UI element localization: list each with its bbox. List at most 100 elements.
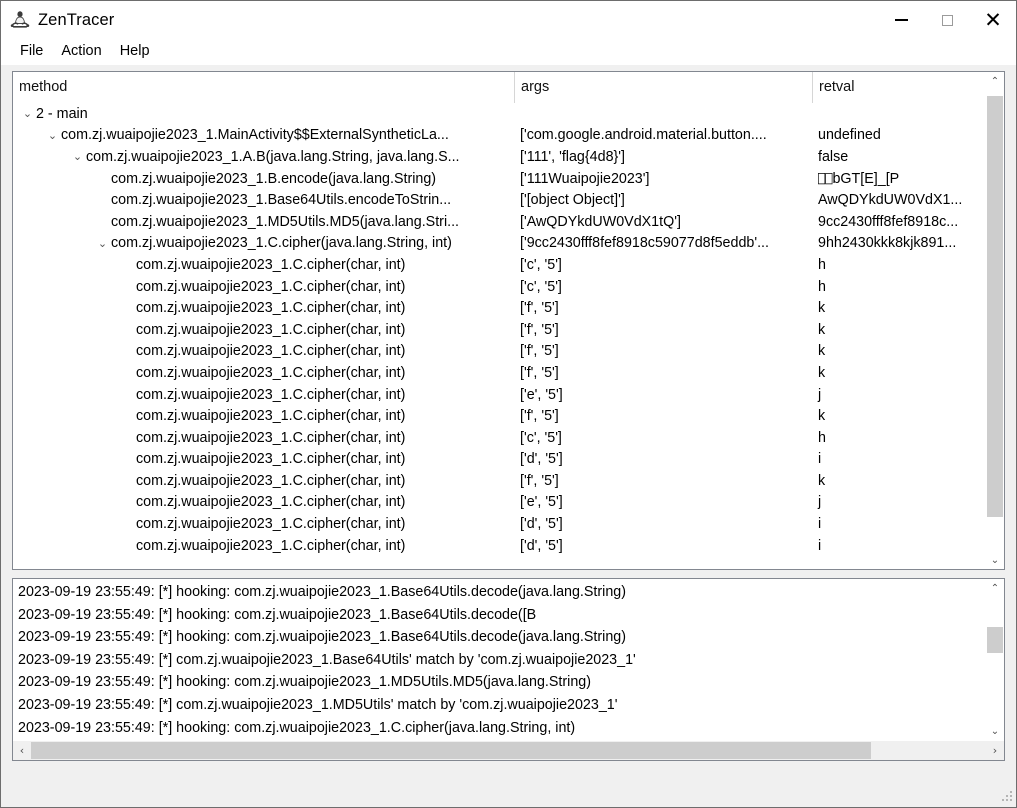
tree-row[interactable]: ⌄com.zj.wuaipojie2023_1.C.cipher(char, i… [13, 405, 985, 427]
tree-row[interactable]: ⌄com.zj.wuaipojie2023_1.C.cipher(char, i… [13, 449, 985, 471]
close-button[interactable]: ✕ [970, 1, 1016, 41]
minimize-button[interactable] [878, 1, 924, 39]
tree-method-label: com.zj.wuaipojie2023_1.MainActivity$$Ext… [61, 127, 449, 144]
tree-cell-retval: j [818, 386, 822, 403]
tree-cell-method: ⌄com.zj.wuaipojie2023_1.Base64Utils.enco… [13, 192, 514, 208]
tree-row[interactable]: ⌄com.zj.wuaipojie2023_1.C.cipher(char, i… [13, 341, 985, 363]
tree-cell-retval: i [818, 516, 822, 533]
menu-item-file[interactable]: File [11, 39, 52, 64]
tree-method-label: com.zj.wuaipojie2023_1.C.cipher(char, in… [136, 408, 406, 425]
log-scroll-up-icon[interactable]: ⌃ [986, 579, 1004, 597]
chevron-down-icon[interactable]: ⌄ [69, 151, 86, 162]
tree-cell-args: ['f', '5'] [520, 300, 559, 317]
chevron-down-icon[interactable]: ⌄ [19, 108, 36, 119]
menu-item-help[interactable]: Help [111, 39, 159, 64]
log-output[interactable]: 2023-09-19 23:55:49: [*] hooking: com.zj… [13, 579, 985, 740]
tree-cell-method: ⌄com.zj.wuaipojie2023_1.C.cipher(char, i… [13, 279, 514, 295]
tree-row[interactable]: ⌄com.zj.wuaipojie2023_1.C.cipher(char, i… [13, 384, 985, 406]
log-line: 2023-09-19 23:55:49: [*] com.zj.wuaipoji… [18, 651, 636, 668]
tree-row[interactable]: ⌄com.zj.wuaipojie2023_1.C.cipher(char, i… [13, 535, 985, 557]
tree-method-label: com.zj.wuaipojie2023_1.Base64Utils.encod… [111, 192, 452, 209]
tree-row[interactable]: ⌄com.zj.wuaipojie2023_1.B.encode(java.la… [13, 168, 985, 190]
tree-cell-args: ['f', '5'] [520, 364, 559, 381]
tree-method-label: com.zj.wuaipojie2023_1.C.cipher(char, in… [136, 537, 406, 554]
column-header-retval[interactable]: retval [812, 72, 985, 103]
tree-scroll-track[interactable] [986, 90, 1004, 551]
tree-cell-retval: 9cc2430fff8fef8918c... [818, 213, 959, 230]
tree-scroll-down-icon[interactable]: ⌄ [986, 551, 1004, 569]
tree-cell-args: ['111Wuaipojie2023'] [520, 170, 650, 187]
tree-row[interactable]: ⌄com.zj.wuaipojie2023_1.C.cipher(char, i… [13, 470, 985, 492]
tree-method-label: com.zj.wuaipojie2023_1.C.cipher(char, in… [136, 494, 406, 511]
tree-cell-retval: h [818, 278, 826, 295]
tree-cell-retval: k [818, 408, 826, 425]
log-line: 2023-09-19 23:55:49: [*] hooking: com.zj… [18, 674, 591, 691]
tree-row[interactable]: ⌄com.zj.wuaipojie2023_1.C.cipher(char, i… [13, 319, 985, 341]
tree-scroll-thumb[interactable] [987, 96, 1003, 517]
column-header-method[interactable]: method [13, 72, 514, 103]
tree-row[interactable]: ⌄ 2 - main [13, 103, 985, 125]
tree-cell-method: ⌄com.zj.wuaipojie2023_1.C.cipher(char, i… [13, 300, 514, 316]
log-panel: 2023-09-19 23:55:49: [*] hooking: com.zj… [12, 578, 1005, 761]
log-scroll-thumb[interactable] [987, 627, 1003, 653]
trace-tree-header: method args retval [13, 72, 985, 103]
log-scroll-track[interactable] [986, 597, 1004, 722]
zen-meditation-icon [9, 9, 31, 31]
tree-cell-args: ['f', '5'] [520, 343, 559, 360]
tree-row[interactable]: ⌄com.zj.wuaipojie2023_1.C.cipher(char, i… [13, 297, 985, 319]
tree-method-label: com.zj.wuaipojie2023_1.C.cipher(java.lan… [111, 235, 452, 252]
tree-method-label: com.zj.wuaipojie2023_1.C.cipher(char, in… [136, 516, 406, 533]
tree-cell-method: ⌄com.zj.wuaipojie2023_1.C.cipher(char, i… [13, 451, 514, 467]
tree-row[interactable]: ⌄com.zj.wuaipojie2023_1.Base64Utils.enco… [13, 189, 985, 211]
tree-cell-method: ⌄com.zj.wuaipojie2023_1.B.encode(java.la… [13, 171, 514, 187]
tree-method-label: com.zj.wuaipojie2023_1.C.cipher(char, in… [136, 451, 406, 468]
tree-cell-args: ['c', '5'] [520, 256, 562, 273]
log-hscroll-thumb[interactable] [31, 742, 872, 759]
tree-row[interactable]: ⌄ com.zj.wuaipojie2023_1.C.cipher(java.la… [13, 233, 985, 255]
tree-cell-retval: k [818, 300, 826, 317]
tree-cell-method: ⌄ 2 - main [13, 106, 514, 122]
tree-method-label: com.zj.wuaipojie2023_1.C.cipher(char, in… [136, 429, 406, 446]
menu-item-action[interactable]: Action [52, 39, 110, 64]
tree-method-label: com.zj.wuaipojie2023_1.MD5Utils.MD5(java… [111, 213, 460, 230]
tree-row[interactable]: ⌄ com.zj.wuaipojie2023_1.A.B(java.lang.St… [13, 146, 985, 168]
tree-row[interactable]: ⌄com.zj.wuaipojie2023_1.C.cipher(char, i… [13, 254, 985, 276]
tree-row[interactable]: ⌄com.zj.wuaipojie2023_1.MD5Utils.MD5(jav… [13, 211, 985, 233]
tree-cell-args: ['111', 'flag{4d8}'] [520, 148, 625, 165]
tree-cell-retval: AwQDYkdUW0VdX1... [818, 192, 963, 209]
window-controls: ✕ [878, 1, 1016, 39]
tree-cell-retval: h [818, 256, 826, 273]
chevron-down-icon[interactable]: ⌄ [44, 130, 61, 141]
tree-cell-retval: k [818, 364, 826, 381]
tree-cell-retval: k [818, 343, 826, 360]
tree-row[interactable]: ⌄ com.zj.wuaipojie2023_1.MainActivity$$Ex… [13, 125, 985, 147]
tree-row[interactable]: ⌄com.zj.wuaipojie2023_1.C.cipher(char, i… [13, 513, 985, 535]
tree-row[interactable]: ⌄com.zj.wuaipojie2023_1.C.cipher(char, i… [13, 427, 985, 449]
trace-tree-panel: method args retval ⌄ 2 - main ⌄ com.zj.wuai… [12, 71, 1005, 570]
log-hscroll-track[interactable] [31, 741, 986, 760]
log-scroll-right-icon[interactable]: › [986, 741, 1004, 760]
maximize-button[interactable] [924, 1, 970, 39]
tree-method-label: com.zj.wuaipojie2023_1.C.cipher(char, in… [136, 472, 406, 489]
tree-vertical-scrollbar[interactable]: ⌃ ⌄ [985, 72, 1004, 569]
unprintable-glyphs: ⎕⎕ [818, 171, 833, 186]
tree-row[interactable]: ⌄com.zj.wuaipojie2023_1.C.cipher(char, i… [13, 362, 985, 384]
log-horizontal-scrollbar[interactable]: ‹ › [13, 740, 1004, 760]
tree-cell-method: ⌄com.zj.wuaipojie2023_1.C.cipher(char, i… [13, 322, 514, 338]
tree-row[interactable]: ⌄com.zj.wuaipojie2023_1.C.cipher(char, i… [13, 276, 985, 298]
tree-row[interactable]: ⌄com.zj.wuaipojie2023_1.C.cipher(char, i… [13, 492, 985, 514]
tree-cell-args: ['e', '5'] [520, 494, 563, 511]
tree-method-label: com.zj.wuaipojie2023_1.C.cipher(char, in… [136, 300, 406, 317]
retval-text: bGT[E]_[P [832, 170, 900, 187]
tree-scroll-up-icon[interactable]: ⌃ [986, 72, 1004, 90]
tree-cell-retval: i [818, 537, 822, 554]
chevron-down-icon[interactable]: ⌄ [94, 238, 111, 249]
window-title: ZenTracer [38, 10, 115, 29]
log-scroll-down-icon[interactable]: ⌄ [986, 722, 1004, 740]
resize-grip[interactable] [1000, 791, 1013, 804]
tree-cell-retval: j [818, 494, 822, 511]
column-header-args[interactable]: args [514, 72, 812, 103]
log-scroll-left-icon[interactable]: ‹ [13, 741, 31, 760]
log-vertical-scrollbar[interactable]: ⌃ ⌄ [985, 579, 1004, 740]
trace-tree-rows[interactable]: ⌄ 2 - main ⌄ com.zj.wuaipojie2023_1.MainAct… [13, 103, 985, 569]
